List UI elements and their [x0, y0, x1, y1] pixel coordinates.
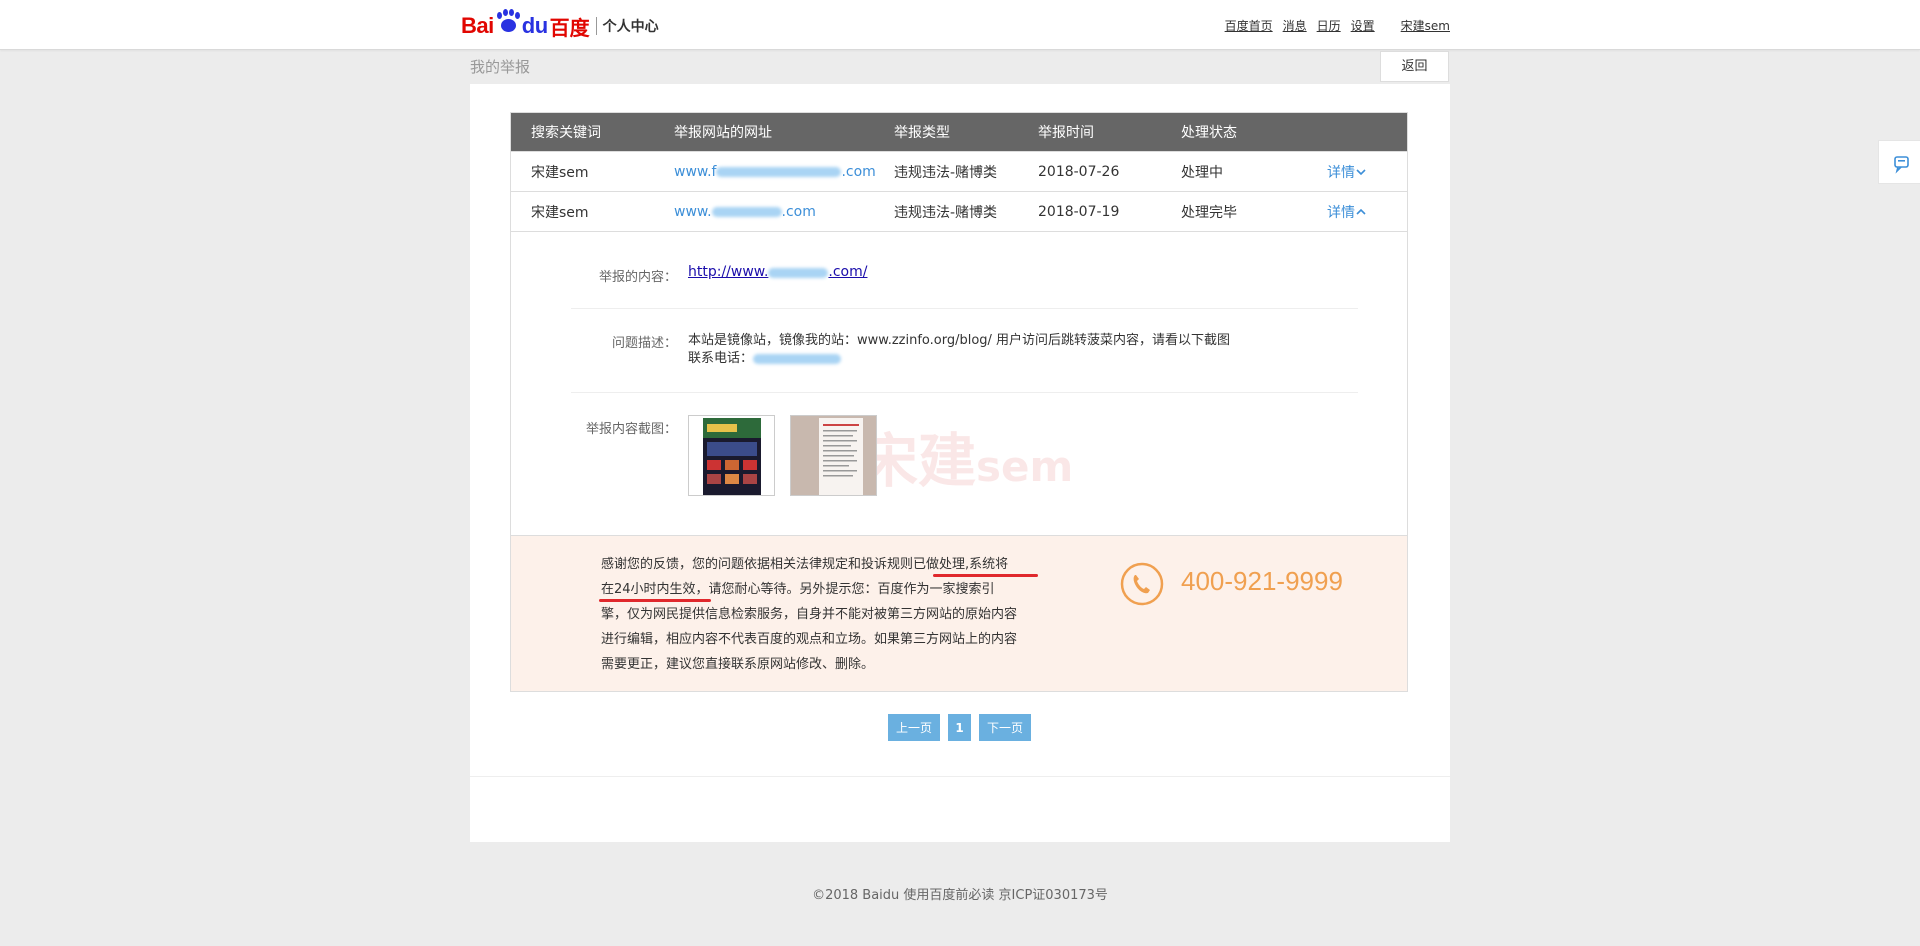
col-time: 举报时间: [1038, 125, 1094, 141]
detail-label: 详情: [1327, 204, 1355, 221]
chevron-up-icon: [1356, 208, 1366, 215]
nav-settings[interactable]: 设置: [1351, 17, 1375, 34]
url-suffix: .com: [841, 163, 876, 180]
redacted-text: [768, 267, 829, 278]
desc-phone-line: 联系电话：: [688, 350, 1230, 368]
col-keyword: 搜索关键词: [531, 125, 601, 141]
divider: [470, 776, 1450, 777]
chevron-down-icon: [1356, 168, 1366, 175]
page-title: 我的举报: [470, 58, 531, 76]
col-url: 举报网站的网址: [674, 125, 772, 141]
paw-icon: [495, 9, 521, 35]
content-label: 举报的内容：: [598, 270, 677, 285]
url-prefix: www.: [674, 203, 712, 220]
redacted-text: [753, 353, 842, 364]
row-keyword: 宋建sem: [531, 204, 589, 221]
url-suffix: .com: [781, 203, 816, 220]
content-link-suffix: .com/: [828, 264, 868, 280]
feedback-float-button[interactable]: [1878, 140, 1920, 184]
nav-calendar[interactable]: 日历: [1317, 17, 1341, 34]
top-nav: 百度首页 消息 日历 设置 宋建sem: [1225, 17, 1450, 34]
logo-text-du: du: [521, 13, 548, 38]
main-panel: 宋建sem 搜索关键词 举报网站的网址 举报类型 举报时间 处理状态 宋建sem…: [470, 84, 1450, 842]
row-date: 2018-07-26: [1038, 163, 1120, 180]
report-detail-panel: 举报的内容： http://www. .com/ 问题描述： 本站是镜像站，镜像我…: [511, 231, 1407, 535]
screenshot-thumb[interactable]: [688, 415, 775, 496]
chat-icon: [1894, 156, 1909, 174]
phone-number: 400-921-9999: [1181, 566, 1343, 596]
logo-text-cn: 百度: [549, 15, 590, 40]
url-prefix: www.f: [674, 163, 717, 180]
phone-label: 联系电话：: [688, 351, 754, 366]
screenshot-image-2: [791, 416, 876, 495]
baidu-logo[interactable]: Bai du 百度 个人中心: [461, 9, 659, 42]
row-type: 违规违法-赌博类: [894, 204, 998, 221]
notice-box: 感谢您的反馈，您的问题依据相关法律规定和投诉规则已做处理,系统将 在24小时内生…: [511, 535, 1407, 691]
pagination: 上一页 1 下一页: [888, 714, 1031, 741]
notice-line: 擎，仅为网民提供信息检索服务，自身并不能对被第三方网站的原始内容: [601, 607, 1018, 622]
nav-baidu-home[interactable]: 百度首页: [1225, 17, 1273, 34]
screenshot-image-1: [689, 416, 774, 495]
divider: [571, 308, 1358, 309]
screenshot-thumb[interactable]: [790, 415, 877, 496]
logo-subtitle: 个人中心: [602, 19, 659, 35]
col-status: 处理状态: [1181, 125, 1237, 141]
row-keyword: 宋建sem: [531, 164, 589, 181]
highlight-underline: [933, 574, 1038, 577]
row-url[interactable]: www.f .com: [674, 152, 876, 191]
logo-text-bai: Bai: [461, 13, 494, 38]
row-status: 处理中: [1181, 164, 1223, 181]
row-detail-toggle[interactable]: 详情: [1327, 152, 1367, 191]
table-header: 搜索关键词 举报网站的网址 举报类型 举报时间 处理状态: [511, 113, 1407, 151]
notice-text: 感谢您的反馈，您的问题依据相关法律规定和投诉规则已做处理,系统将 在24小时内生…: [601, 552, 1051, 677]
nav-spacer: [1385, 17, 1391, 34]
prev-page-button[interactable]: 上一页: [888, 714, 940, 741]
row-type: 违规违法-赌博类: [894, 164, 998, 181]
detail-label: 详情: [1327, 164, 1355, 181]
content-link[interactable]: http://www. .com/: [688, 264, 867, 280]
screenshot-label: 举报内容截图：: [585, 422, 677, 437]
table-row: 宋建sem www.f .com 违规违法-赌博类 2018-07-26 处理中…: [511, 151, 1407, 191]
desc-label: 问题描述：: [611, 336, 677, 351]
row-date: 2018-07-19: [1038, 203, 1120, 220]
notice-line: 需要更正，建议您直接联系原网站修改、删除。: [601, 657, 875, 672]
highlight-underline: [599, 599, 711, 602]
top-bar: Bai du 百度 个人中心 百度首页 消息 日历 设置 宋建sem: [0, 0, 1920, 50]
redacted-text: [716, 166, 842, 177]
content-link-prefix: http://www.: [688, 264, 769, 280]
back-button[interactable]: 返回: [1380, 51, 1449, 82]
row-url[interactable]: www. .com: [674, 192, 816, 231]
logo-divider: [595, 17, 597, 35]
footer: ©2018 Baidu 使用百度前必读 京ICP证030173号: [812, 888, 1108, 903]
row-status: 处理完毕: [1181, 204, 1237, 221]
table-row: 宋建sem www. .com 违规违法-赌博类 2018-07-19 处理完毕…: [511, 191, 1407, 231]
next-page-button[interactable]: 下一页: [979, 714, 1031, 741]
report-table: 搜索关键词 举报网站的网址 举报类型 举报时间 处理状态 宋建sem www.f…: [510, 112, 1408, 692]
row-detail-toggle[interactable]: 详情: [1327, 192, 1367, 231]
desc-line: 本站是镜像站，镜像我的站：www.zzinfo.org/blog/ 用户访问后跳…: [688, 333, 1231, 348]
divider: [571, 392, 1358, 393]
nav-messages[interactable]: 消息: [1283, 17, 1307, 34]
page-1-button[interactable]: 1: [948, 714, 971, 741]
desc-value: 本站是镜像站，镜像我的站：www.zzinfo.org/blog/ 用户访问后跳…: [688, 332, 1230, 368]
redacted-text: [711, 206, 782, 217]
phone-icon: [1120, 562, 1164, 606]
notice-line: 进行编辑，相应内容不代表百度的观点和立场。如果第三方网站上的内容: [601, 632, 1018, 647]
nav-username[interactable]: 宋建sem: [1401, 17, 1450, 34]
col-type: 举报类型: [894, 125, 950, 141]
